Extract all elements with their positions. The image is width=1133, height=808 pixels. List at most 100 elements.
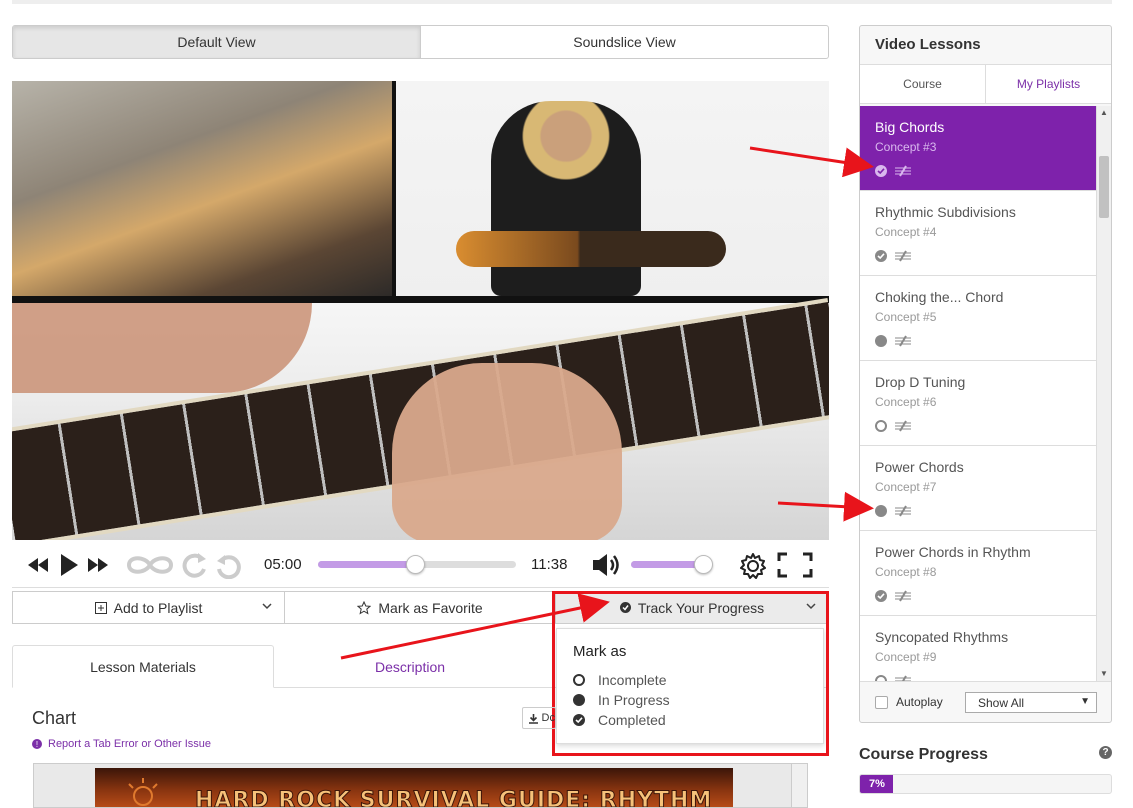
mark-incomplete-option[interactable]: Incomplete xyxy=(573,670,807,690)
lesson-concept: Concept #3 xyxy=(875,140,937,154)
tab-notation-icon[interactable] xyxy=(894,419,912,433)
tab-notation-icon[interactable] xyxy=(894,164,912,178)
help-icon[interactable]: ? xyxy=(1099,746,1112,759)
fast-forward-icon[interactable] xyxy=(86,556,110,574)
empty-circle-icon[interactable] xyxy=(875,420,887,432)
lesson-title: Choking the... Chord xyxy=(875,289,1004,305)
lesson-title: Big Chords xyxy=(875,119,945,135)
lesson-title: Power Chords in Rhythm xyxy=(875,544,1031,560)
filled-circle-icon xyxy=(573,694,585,706)
tab-notation-icon[interactable] xyxy=(894,334,912,348)
lesson-item[interactable]: Rhythmic Subdivisions Concept #4 xyxy=(860,191,1096,276)
lesson-title: Power Chords xyxy=(875,459,964,475)
track-progress-button[interactable]: Track Your Progress xyxy=(556,591,829,624)
mark-favorite-button[interactable]: Mark as Favorite xyxy=(285,591,556,624)
sun-logo-icon xyxy=(128,778,158,806)
lesson-item[interactable]: Drop D Tuning Concept #6 xyxy=(860,361,1096,446)
default-view-tab[interactable]: Default View xyxy=(13,26,421,58)
mark-completed-option[interactable]: Completed xyxy=(573,710,807,730)
fret-hand-thumb xyxy=(12,303,312,393)
redo-icon[interactable] xyxy=(182,551,208,579)
lesson-item[interactable]: Power Chords Concept #7 xyxy=(860,446,1096,531)
undo-icon[interactable] xyxy=(215,551,241,579)
fullscreen-icon[interactable] xyxy=(777,552,813,578)
lesson-concept: Concept #8 xyxy=(875,565,937,579)
report-issue-link[interactable]: ! Report a Tab Error or Other Issue xyxy=(32,738,211,750)
filled-circle-icon[interactable] xyxy=(875,335,887,347)
play-icon[interactable] xyxy=(59,553,79,577)
empty-circle-icon xyxy=(573,674,585,686)
lesson-status xyxy=(875,249,912,263)
tab-notation-icon[interactable] xyxy=(894,589,912,603)
lesson-list: Big Chords Concept #3 Rhythmic Subdivision… xyxy=(860,106,1096,681)
show-filter-select[interactable]: Show All ▼ xyxy=(965,692,1097,713)
lesson-item[interactable]: Choking the... Chord Concept #5 xyxy=(860,276,1096,361)
tab-notation-icon[interactable] xyxy=(894,249,912,263)
scroll-up-icon[interactable]: ▲ xyxy=(1100,108,1108,117)
tab-lesson-materials[interactable]: Lesson Materials xyxy=(12,645,274,688)
mark-in-progress-option[interactable]: In Progress xyxy=(573,690,807,710)
seek-bar-fill xyxy=(318,561,416,568)
lesson-status xyxy=(875,164,912,178)
tab-description[interactable]: Description xyxy=(274,645,546,688)
tab-course[interactable]: Course xyxy=(860,65,985,103)
video-panel-performer xyxy=(396,81,829,296)
pdf-scrollbar[interactable] xyxy=(791,764,807,807)
tab-notation-icon[interactable] xyxy=(894,504,912,518)
option-label: Incomplete xyxy=(598,672,667,688)
lesson-item[interactable]: Big Chords Concept #3 xyxy=(860,106,1096,191)
lesson-concept: Concept #6 xyxy=(875,395,937,409)
lesson-item[interactable]: Power Chords in Rhythm Concept #8 xyxy=(860,531,1096,616)
lesson-actions: Add to Playlist Mark as Favorite Track Y… xyxy=(12,591,829,624)
lesson-title: Rhythmic Subdivisions xyxy=(875,204,1016,220)
lesson-item[interactable]: Syncopated Rhythms Concept #9 xyxy=(860,616,1096,681)
video-lessons-panel: Video Lessons Course My Playlists Big Ch… xyxy=(859,25,1112,723)
tab-my-playlists[interactable]: My Playlists xyxy=(985,65,1111,103)
seek-handle[interactable] xyxy=(406,555,426,574)
sidebar-tabs: Course My Playlists xyxy=(860,64,1111,104)
course-progress-title: Course Progress xyxy=(859,746,988,763)
lesson-concept: Concept #4 xyxy=(875,225,937,239)
chevron-down-icon xyxy=(262,603,272,610)
lesson-list-scrollbar[interactable]: ▲ ▼ xyxy=(1096,106,1111,681)
mark-favorite-label: Mark as Favorite xyxy=(378,599,483,616)
volume-slider[interactable] xyxy=(631,555,714,574)
view-toggle: Default View Soundslice View xyxy=(12,25,829,59)
seek-bar[interactable] xyxy=(318,555,516,574)
track-progress-menu: Mark as Incomplete In Progress Completed xyxy=(556,628,824,744)
lesson-title: Drop D Tuning xyxy=(875,374,966,390)
download-button[interactable]: Dc xyxy=(522,707,556,729)
check-circle-icon[interactable] xyxy=(875,590,887,602)
scroll-down-icon[interactable]: ▼ xyxy=(1100,669,1108,678)
loop-icon[interactable] xyxy=(125,552,175,578)
autoplay-checkbox[interactable] xyxy=(875,695,888,709)
add-to-playlist-label: Add to Playlist xyxy=(113,599,203,616)
check-circle-icon xyxy=(619,602,631,613)
soundslice-view-tab[interactable]: Soundslice View xyxy=(421,26,828,58)
lesson-concept: Concept #5 xyxy=(875,310,937,324)
volume-slider-fill xyxy=(631,561,704,568)
scroll-thumb[interactable] xyxy=(1099,156,1109,218)
download-icon xyxy=(529,713,538,724)
check-circle-icon[interactable] xyxy=(875,250,887,262)
dropdown-arrow-icon: ▼ xyxy=(1080,696,1090,707)
tab-notation-icon[interactable] xyxy=(894,674,912,681)
volume-icon[interactable] xyxy=(591,552,621,578)
track-progress-label: Track Your Progress xyxy=(637,599,765,616)
add-to-playlist-button[interactable]: Add to Playlist xyxy=(12,591,285,624)
check-circle-icon[interactable] xyxy=(875,165,887,177)
chart-pdf-viewer[interactable]: HARD ROCK SURVIVAL GUIDE: RHYTHM EDITION xyxy=(33,763,808,808)
sidebar-footer: Autoplay Show All ▼ xyxy=(860,681,1111,722)
video-player[interactable] xyxy=(12,81,829,540)
rewind-icon[interactable] xyxy=(26,556,50,574)
track-menu-title: Mark as xyxy=(573,643,627,660)
video-divider-horizontal xyxy=(12,296,829,303)
autoplay-label: Autoplay xyxy=(896,695,943,709)
top-strip xyxy=(12,0,1112,4)
pdf-banner-title: HARD ROCK SURVIVAL GUIDE: RHYTHM EDITION xyxy=(195,788,713,808)
lesson-status xyxy=(875,419,912,433)
panel-title: Video Lessons xyxy=(875,36,981,53)
volume-handle[interactable] xyxy=(694,555,714,574)
gear-icon[interactable] xyxy=(739,552,767,580)
filled-circle-icon[interactable] xyxy=(875,505,887,517)
